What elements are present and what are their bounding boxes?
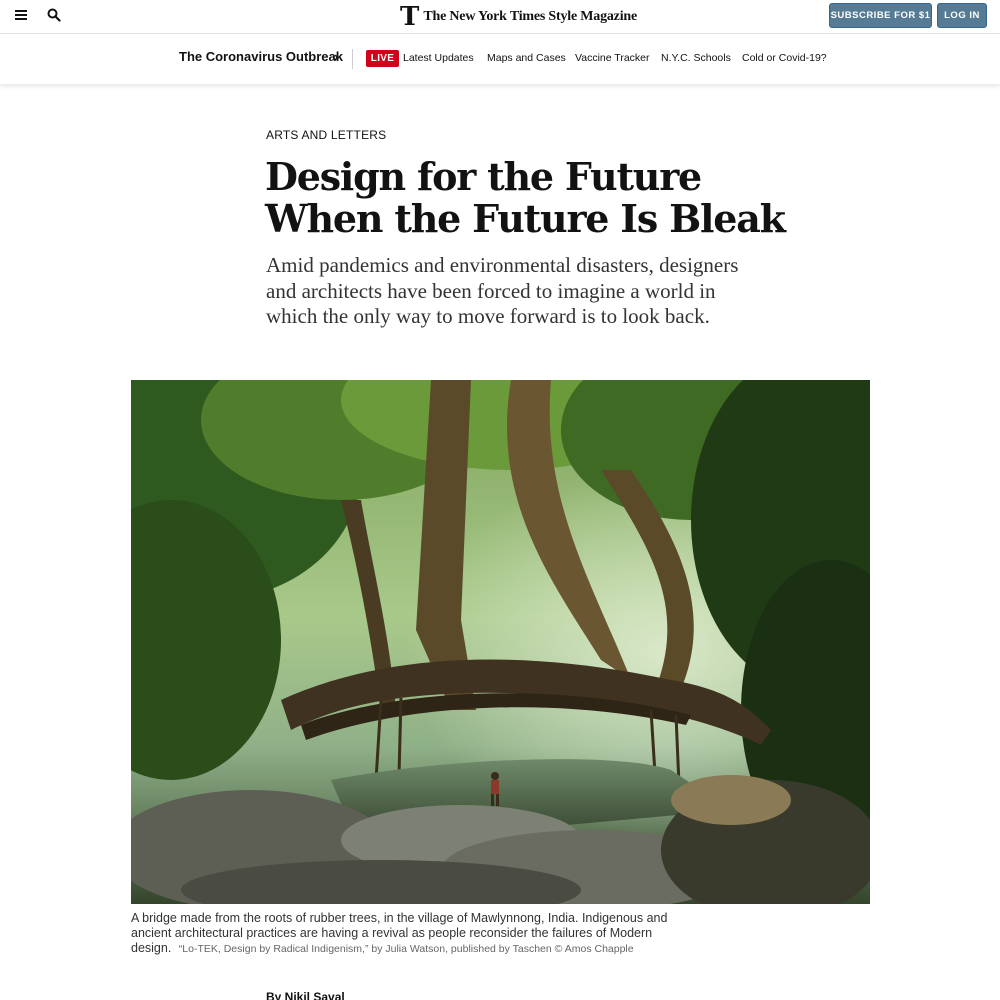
byline[interactable]: By Nikil Saval — [266, 990, 345, 1000]
brand-logo[interactable]: T The New York Times Style Magazine — [400, 4, 637, 30]
image-caption: A bridge made from the roots of rubber t… — [131, 911, 691, 957]
nav-link-maps-and-cases[interactable]: Maps and Cases — [487, 52, 566, 64]
hero-image — [131, 380, 870, 904]
coronavirus-nav: The Coronavirus Outbreak › LIVE Latest U… — [0, 34, 1000, 85]
brand-mark: T — [400, 2, 420, 32]
search-icon[interactable] — [47, 8, 63, 24]
live-badge: LIVE — [366, 50, 399, 67]
summary-dek: Amid pandemics and environmental disaste… — [266, 253, 739, 328]
chevron-right-icon: › — [334, 49, 339, 64]
login-button[interactable]: LOG IN — [937, 3, 987, 28]
headline: Design for the Future When the Future Is… — [265, 154, 786, 241]
nav-link-vaccine-tracker[interactable]: Vaccine Tracker — [575, 52, 650, 64]
nav-link-nyc-schools[interactable]: N.Y.C. Schools — [661, 52, 731, 64]
menu-icon[interactable] — [13, 8, 29, 24]
coronavirus-outbreak-link[interactable]: The Coronavirus Outbreak — [179, 49, 343, 64]
nav-link-cold-or-covid[interactable]: Cold or Covid-19? — [742, 52, 827, 64]
section-kicker[interactable]: ARTS AND LETTERS — [266, 128, 386, 142]
image-credit: “Lo-TEK, Design by Radical Indigenism,” … — [178, 943, 634, 955]
top-bar: T The New York Times Style Magazine SUBS… — [0, 0, 1000, 34]
nav-link-latest-updates[interactable]: Latest Updates — [403, 52, 474, 64]
nav-divider — [352, 49, 353, 69]
subscribe-button[interactable]: SUBSCRIBE FOR $1 — [829, 3, 932, 28]
brand-name: The New York Times Style Magazine — [423, 9, 637, 24]
